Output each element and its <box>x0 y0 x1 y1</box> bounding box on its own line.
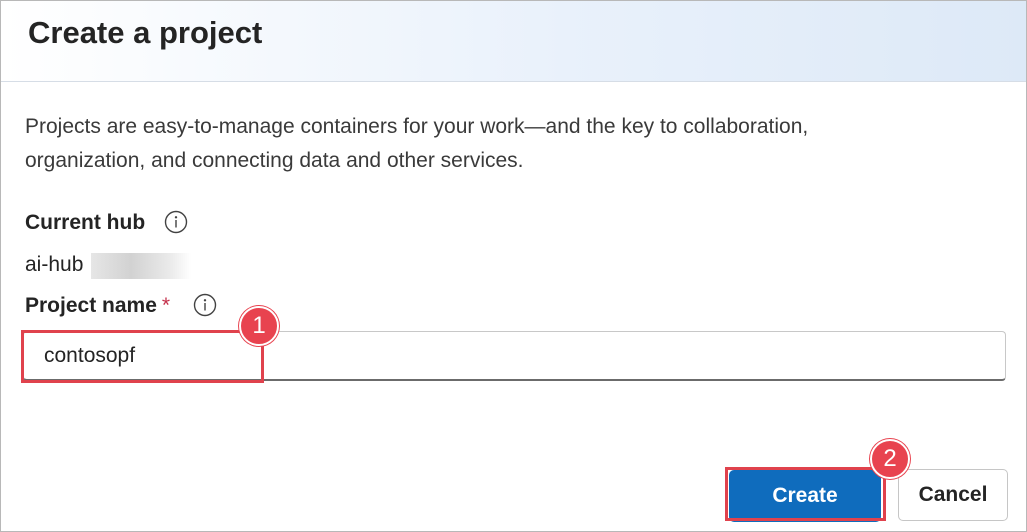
step-badge-1: 1 <box>239 306 279 346</box>
project-name-input[interactable] <box>44 340 944 372</box>
current-hub-label: Current hub <box>25 211 146 234</box>
cancel-button[interactable]: Cancel <box>898 469 1008 521</box>
step-badge-2: 2 <box>870 439 910 479</box>
redacted-area <box>91 253 191 279</box>
required-marker: * <box>161 294 171 317</box>
info-icon[interactable] <box>164 210 188 234</box>
create-button[interactable]: Create <box>729 470 881 522</box>
dialog-title: Create a project <box>28 15 263 50</box>
dialog-header: Create a project <box>1 1 1026 82</box>
dialog-description: Projects are easy-to-manage containers f… <box>25 115 809 172</box>
current-hub-value: ai-hub <box>25 253 84 276</box>
info-icon[interactable] <box>193 293 217 317</box>
project-name-label-text: Project name <box>25 294 157 317</box>
project-name-label: Project name * <box>25 294 170 318</box>
project-name-field[interactable] <box>23 331 1006 381</box>
create-project-dialog: Create a project Projects are easy-to-ma… <box>0 0 1027 532</box>
